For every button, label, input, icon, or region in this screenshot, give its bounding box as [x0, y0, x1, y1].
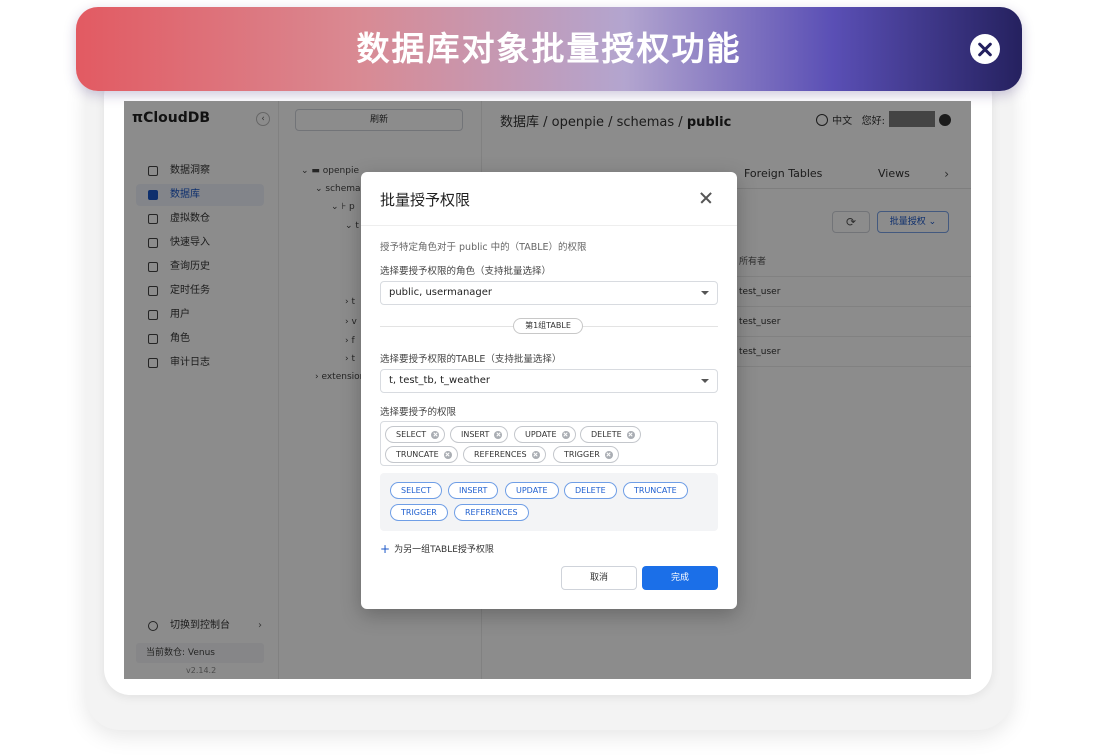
stage: 数据库对象批量授权功能 πCloudDB ‹ 数据洞察 数据库 虚拟数仓 快速导…: [0, 0, 1098, 755]
close-icon[interactable]: [699, 191, 713, 205]
role-field-label: 选择要授予权限的角色（支持批量选择）: [380, 266, 552, 277]
perm-option[interactable]: TRUNCATE: [623, 482, 688, 499]
perm-tag-label: REFERENCES: [474, 450, 527, 459]
remove-icon[interactable]: [494, 430, 503, 439]
perm-option[interactable]: TRIGGER: [390, 504, 448, 521]
caret-down-icon: [701, 379, 709, 383]
perm-tag[interactable]: DELETE: [580, 426, 641, 443]
perm-tag-label: UPDATE: [525, 430, 557, 439]
perm-tag-label: DELETE: [591, 430, 622, 439]
remove-icon[interactable]: [431, 430, 440, 439]
perm-option[interactable]: SELECT: [390, 482, 443, 499]
table-field-label: 选择要授予权限的TABLE（支持批量选择）: [380, 354, 562, 365]
perm-option[interactable]: REFERENCES: [454, 504, 529, 521]
perm-option[interactable]: INSERT: [448, 482, 499, 499]
remove-icon[interactable]: [561, 430, 570, 439]
batch-grant-dialog: 批量授予权限 授予特定角色对于 public 中的（TABLE）的权限 选择要授…: [361, 172, 737, 609]
table-select-value: t, test_tb, t_weather: [389, 375, 491, 386]
perm-tag[interactable]: REFERENCES: [463, 446, 546, 463]
role-select[interactable]: public, usermanager: [380, 281, 718, 305]
banner-title: 数据库对象批量授权功能: [356, 29, 742, 68]
perm-tag[interactable]: UPDATE: [514, 426, 576, 443]
remove-icon[interactable]: [531, 450, 540, 459]
perm-option[interactable]: UPDATE: [505, 482, 559, 499]
perm-tag-label: INSERT: [461, 430, 490, 439]
remove-icon[interactable]: [626, 430, 635, 439]
plus-icon: +: [380, 542, 391, 556]
caret-down-icon: [701, 291, 709, 295]
perm-tag[interactable]: SELECT: [385, 426, 446, 443]
permission-options: SELECT INSERT UPDATE DELETE TRUNCATE TRI…: [380, 473, 718, 531]
group-label: 第1组TABLE: [513, 318, 583, 334]
perm-tag-label: TRIGGER: [564, 450, 600, 459]
perm-option[interactable]: DELETE: [564, 482, 617, 499]
confirm-button[interactable]: 完成: [642, 566, 718, 590]
perm-tag[interactable]: TRIGGER: [553, 446, 619, 463]
perm-tag[interactable]: INSERT: [450, 426, 509, 443]
perm-field-label: 选择要授予的权限: [380, 407, 457, 418]
remove-icon[interactable]: [604, 450, 613, 459]
perm-tag-label: TRUNCATE: [396, 450, 439, 459]
add-group-label: 为另一组TABLE授予权限: [394, 545, 494, 555]
cancel-button[interactable]: 取消: [561, 566, 637, 590]
perm-tag-label: SELECT: [396, 430, 427, 439]
close-icon[interactable]: [970, 34, 1000, 64]
dialog-subtitle: 授予特定角色对于 public 中的（TABLE）的权限: [380, 242, 587, 253]
perm-tag[interactable]: TRUNCATE: [385, 446, 458, 463]
role-select-value: public, usermanager: [389, 287, 493, 298]
divider: [361, 225, 737, 226]
remove-icon[interactable]: [443, 450, 452, 459]
table-select[interactable]: t, test_tb, t_weather: [380, 369, 718, 393]
selected-permissions[interactable]: SELECT INSERT UPDATE DELETE TRUNCATE REF…: [380, 421, 718, 466]
add-group-link[interactable]: + 为另一组TABLE授予权限: [380, 542, 494, 556]
dialog-title: 批量授予权限: [380, 191, 471, 209]
title-banner: 数据库对象批量授权功能: [76, 7, 1022, 91]
